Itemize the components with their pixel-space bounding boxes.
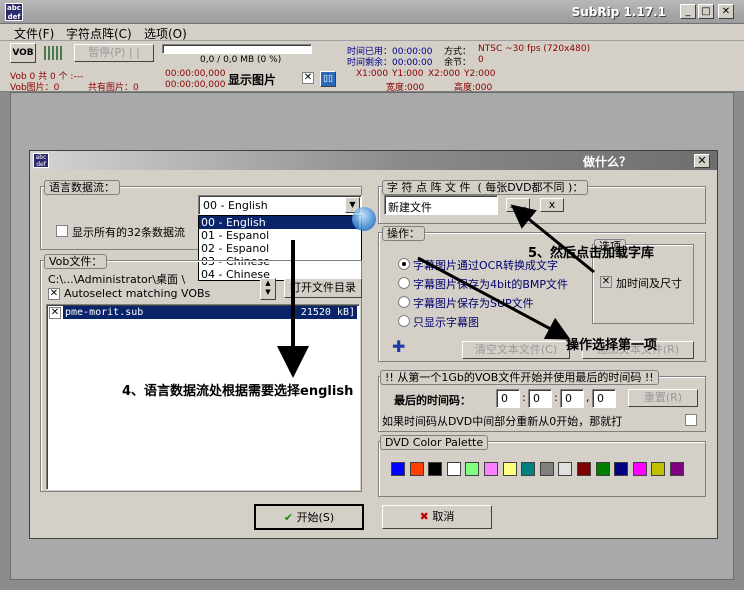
annotation-layer <box>277 204 595 378</box>
annotation-step5: 5、然后点击加载字库 <box>528 246 655 261</box>
arrow-to-ops <box>417 256 571 340</box>
annotation-op: 操作选择第一项 <box>566 338 658 353</box>
annotation-step4: 4、语言数据流处根据需要选择english <box>122 384 354 399</box>
